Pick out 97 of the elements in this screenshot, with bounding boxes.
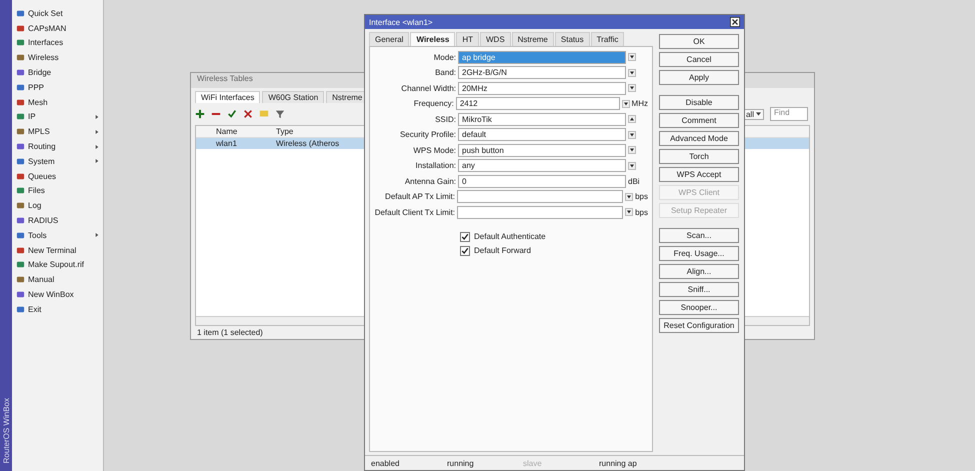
tab[interactable]: W60G Station bbox=[262, 91, 324, 103]
menu-item[interactable]: MPLS bbox=[12, 124, 103, 140]
menu-item[interactable]: System bbox=[12, 154, 103, 169]
input-field[interactable] bbox=[457, 206, 624, 218]
tab[interactable]: Wireless bbox=[410, 32, 456, 46]
tab[interactable]: Status bbox=[554, 32, 590, 46]
dialog-button[interactable]: Cancel bbox=[659, 52, 739, 67]
dialog-button[interactable]: Disable bbox=[659, 95, 739, 110]
menu-item[interactable]: Bridge bbox=[12, 65, 103, 80]
dropdown-arrow-icon[interactable] bbox=[622, 100, 630, 108]
input-field[interactable]: default bbox=[458, 128, 626, 141]
field-label: Security Profile: bbox=[398, 130, 456, 139]
field-label: Frequency: bbox=[412, 99, 454, 108]
table-cell-text: wlan1 bbox=[216, 139, 238, 148]
dropdown-arrow-icon[interactable] bbox=[625, 208, 634, 216]
unit-label: MHz bbox=[632, 99, 648, 108]
dropdown-arrow-icon[interactable] bbox=[625, 192, 634, 200]
menu-item[interactable]: Interfaces bbox=[12, 36, 103, 50]
menu-item[interactable]: Make Supout.rif bbox=[12, 258, 103, 272]
dialog-button[interactable]: OK bbox=[659, 34, 739, 49]
dropdown-arrow-icon[interactable] bbox=[628, 53, 636, 61]
find-field[interactable]: Find bbox=[770, 107, 808, 121]
dialog-button[interactable]: Sniff... bbox=[659, 282, 739, 297]
status-text: slave bbox=[522, 458, 543, 468]
dialog-button[interactable]: WPS Accept bbox=[659, 167, 739, 182]
input-field[interactable] bbox=[457, 190, 624, 203]
field-label: Default Client Tx Limit: bbox=[374, 208, 456, 216]
dropdown-arrow-icon[interactable] bbox=[628, 162, 636, 170]
menu-item[interactable]: Queues bbox=[12, 168, 103, 184]
dialog-button[interactable]: Comment bbox=[659, 113, 739, 128]
field-label: WPS Mode: bbox=[412, 146, 456, 154]
menu-item[interactable]: New Terminal bbox=[12, 242, 103, 258]
input-field[interactable]: 2412 bbox=[456, 97, 620, 110]
dialog-title: Interface <wlan1> bbox=[369, 18, 433, 26]
status-text: running bbox=[446, 458, 475, 468]
input-field[interactable]: any bbox=[458, 159, 626, 172]
filter-icon[interactable] bbox=[275, 109, 285, 119]
dialog-button[interactable]: Torch bbox=[659, 149, 739, 164]
menu-item[interactable]: Tools bbox=[12, 228, 103, 243]
vertical-title: RouterOS WinBox bbox=[2, 398, 10, 463]
menu-item[interactable]: Log bbox=[12, 198, 103, 214]
close-icon[interactable] bbox=[730, 17, 740, 27]
tab[interactable]: General bbox=[369, 32, 410, 46]
table-cell-text: Wireless (Atheros bbox=[276, 139, 340, 148]
input-field[interactable]: 0 bbox=[458, 174, 626, 188]
dialog-button[interactable]: Reset Configuration bbox=[659, 318, 739, 333]
menu-item[interactable]: IP bbox=[12, 110, 103, 124]
checkbox-label: Default Forward bbox=[474, 246, 531, 255]
check-icon[interactable] bbox=[227, 109, 237, 119]
menu-item[interactable]: RADIUS bbox=[12, 213, 103, 228]
tab[interactable]: WDS bbox=[480, 32, 511, 46]
dialog-button[interactable]: Snooper... bbox=[659, 300, 739, 315]
input-field[interactable]: push button bbox=[458, 144, 626, 156]
field-label: Default AP Tx Limit: bbox=[384, 192, 456, 201]
menu-item[interactable]: Wireless bbox=[12, 50, 103, 66]
dialog-button[interactable]: Apply bbox=[659, 70, 739, 85]
dropdown-arrow-icon bbox=[756, 112, 761, 116]
tab[interactable]: WiFi Interfaces bbox=[195, 91, 260, 103]
field-label: SSID: bbox=[434, 114, 456, 124]
menu-item[interactable]: Files bbox=[12, 184, 103, 198]
tab[interactable]: Traffic bbox=[590, 32, 624, 46]
menu-item[interactable]: CAPsMAN bbox=[12, 20, 103, 36]
add-icon[interactable] bbox=[195, 109, 205, 119]
checkbox-label: Default Authenticate bbox=[474, 232, 546, 241]
menu-item[interactable]: Exit bbox=[12, 302, 103, 317]
dropdown-arrow-icon[interactable] bbox=[628, 146, 636, 154]
unit-label: dBi bbox=[628, 176, 640, 186]
tab[interactable]: HT bbox=[456, 32, 479, 46]
unit-label: bps bbox=[635, 192, 648, 201]
menu-item[interactable]: Manual bbox=[12, 272, 103, 288]
dialog-button[interactable]: Scan... bbox=[659, 228, 739, 243]
dialog-button[interactable]: Align... bbox=[659, 264, 739, 279]
cross-icon[interactable] bbox=[243, 109, 253, 119]
input-field[interactable]: MikroTik bbox=[458, 112, 626, 126]
column-header[interactable]: Name bbox=[216, 127, 276, 136]
dropdown-arrow-icon[interactable] bbox=[628, 84, 636, 92]
dialog-button[interactable]: Freq. Usage... bbox=[659, 246, 739, 261]
checkbox[interactable] bbox=[460, 232, 470, 242]
unit-label: bps bbox=[635, 208, 648, 216]
menu-item[interactable]: Quick Set bbox=[12, 6, 103, 21]
dialog-button[interactable]: Advanced Mode bbox=[659, 131, 739, 146]
status-text: running ap bbox=[598, 458, 638, 468]
field-label: Mode: bbox=[432, 52, 456, 62]
status-text: enabled bbox=[370, 458, 400, 468]
tab[interactable]: Nstreme bbox=[512, 32, 554, 46]
input-field[interactable]: 2GHz-B/G/N bbox=[458, 66, 626, 79]
menu-item[interactable]: PPP bbox=[12, 80, 103, 95]
menu-item[interactable]: Mesh bbox=[12, 94, 103, 110]
checkbox[interactable] bbox=[460, 246, 470, 256]
collapse-arrow-icon[interactable] bbox=[628, 115, 636, 123]
field-label: Antenna Gain: bbox=[404, 176, 456, 186]
menu-item[interactable]: New WinBox bbox=[12, 287, 103, 302]
field-label: Installation: bbox=[414, 161, 456, 170]
dropdown-arrow-icon[interactable] bbox=[628, 130, 636, 138]
input-field[interactable]: 20MHz bbox=[458, 82, 626, 94]
menu-item[interactable]: Routing bbox=[12, 139, 103, 154]
dropdown-arrow-icon[interactable] bbox=[628, 68, 636, 76]
